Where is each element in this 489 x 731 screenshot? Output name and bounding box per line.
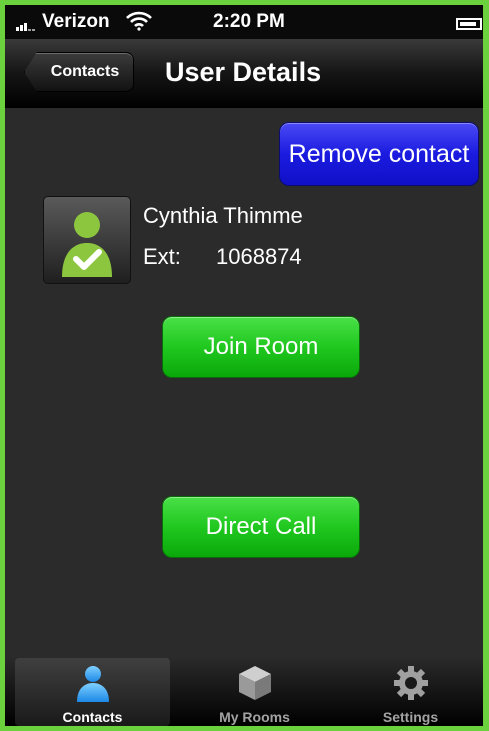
tab-settings[interactable]: Settings <box>333 658 488 726</box>
cube-icon <box>238 666 271 700</box>
extension-label: Ext: <box>143 244 181 269</box>
extension-value: 1068874 <box>216 244 302 269</box>
status-bar: Verizon 2:20 PM <box>5 5 483 39</box>
direct-call-label: Direct Call <box>205 513 317 540</box>
remove-contact-label: Remove contact <box>288 139 470 168</box>
tab-my-rooms-label: My Rooms <box>219 709 290 725</box>
avatar <box>43 196 131 284</box>
wifi-icon <box>126 11 152 31</box>
tab-contacts[interactable]: Contacts <box>15 658 170 726</box>
signal-strength-icon <box>16 19 36 31</box>
carrier-name: Verizon <box>42 11 110 32</box>
direct-call-button[interactable]: Direct Call <box>162 496 360 558</box>
join-room-button[interactable]: Join Room <box>162 316 360 378</box>
tab-contacts-label: Contacts <box>62 709 123 725</box>
back-button-label: Contacts <box>50 63 120 80</box>
status-time: 2:20 PM <box>213 11 285 32</box>
back-button[interactable]: Contacts <box>24 52 134 92</box>
contact-name: Cynthia Thimme <box>143 203 303 228</box>
tab-settings-label: Settings <box>382 709 439 725</box>
tab-bar: Contacts My Rooms Settings <box>5 658 483 726</box>
page-title: User Details <box>165 57 322 87</box>
battery-icon <box>456 18 482 30</box>
tab-my-rooms[interactable]: My Rooms <box>177 658 332 726</box>
remove-contact-button[interactable]: Remove contact <box>279 122 479 186</box>
user-available-icon <box>62 212 112 277</box>
join-room-label: Join Room <box>203 333 319 360</box>
person-icon <box>76 666 109 702</box>
navigation-bar: Contacts User Details <box>5 39 483 108</box>
gear-icon <box>393 666 428 700</box>
